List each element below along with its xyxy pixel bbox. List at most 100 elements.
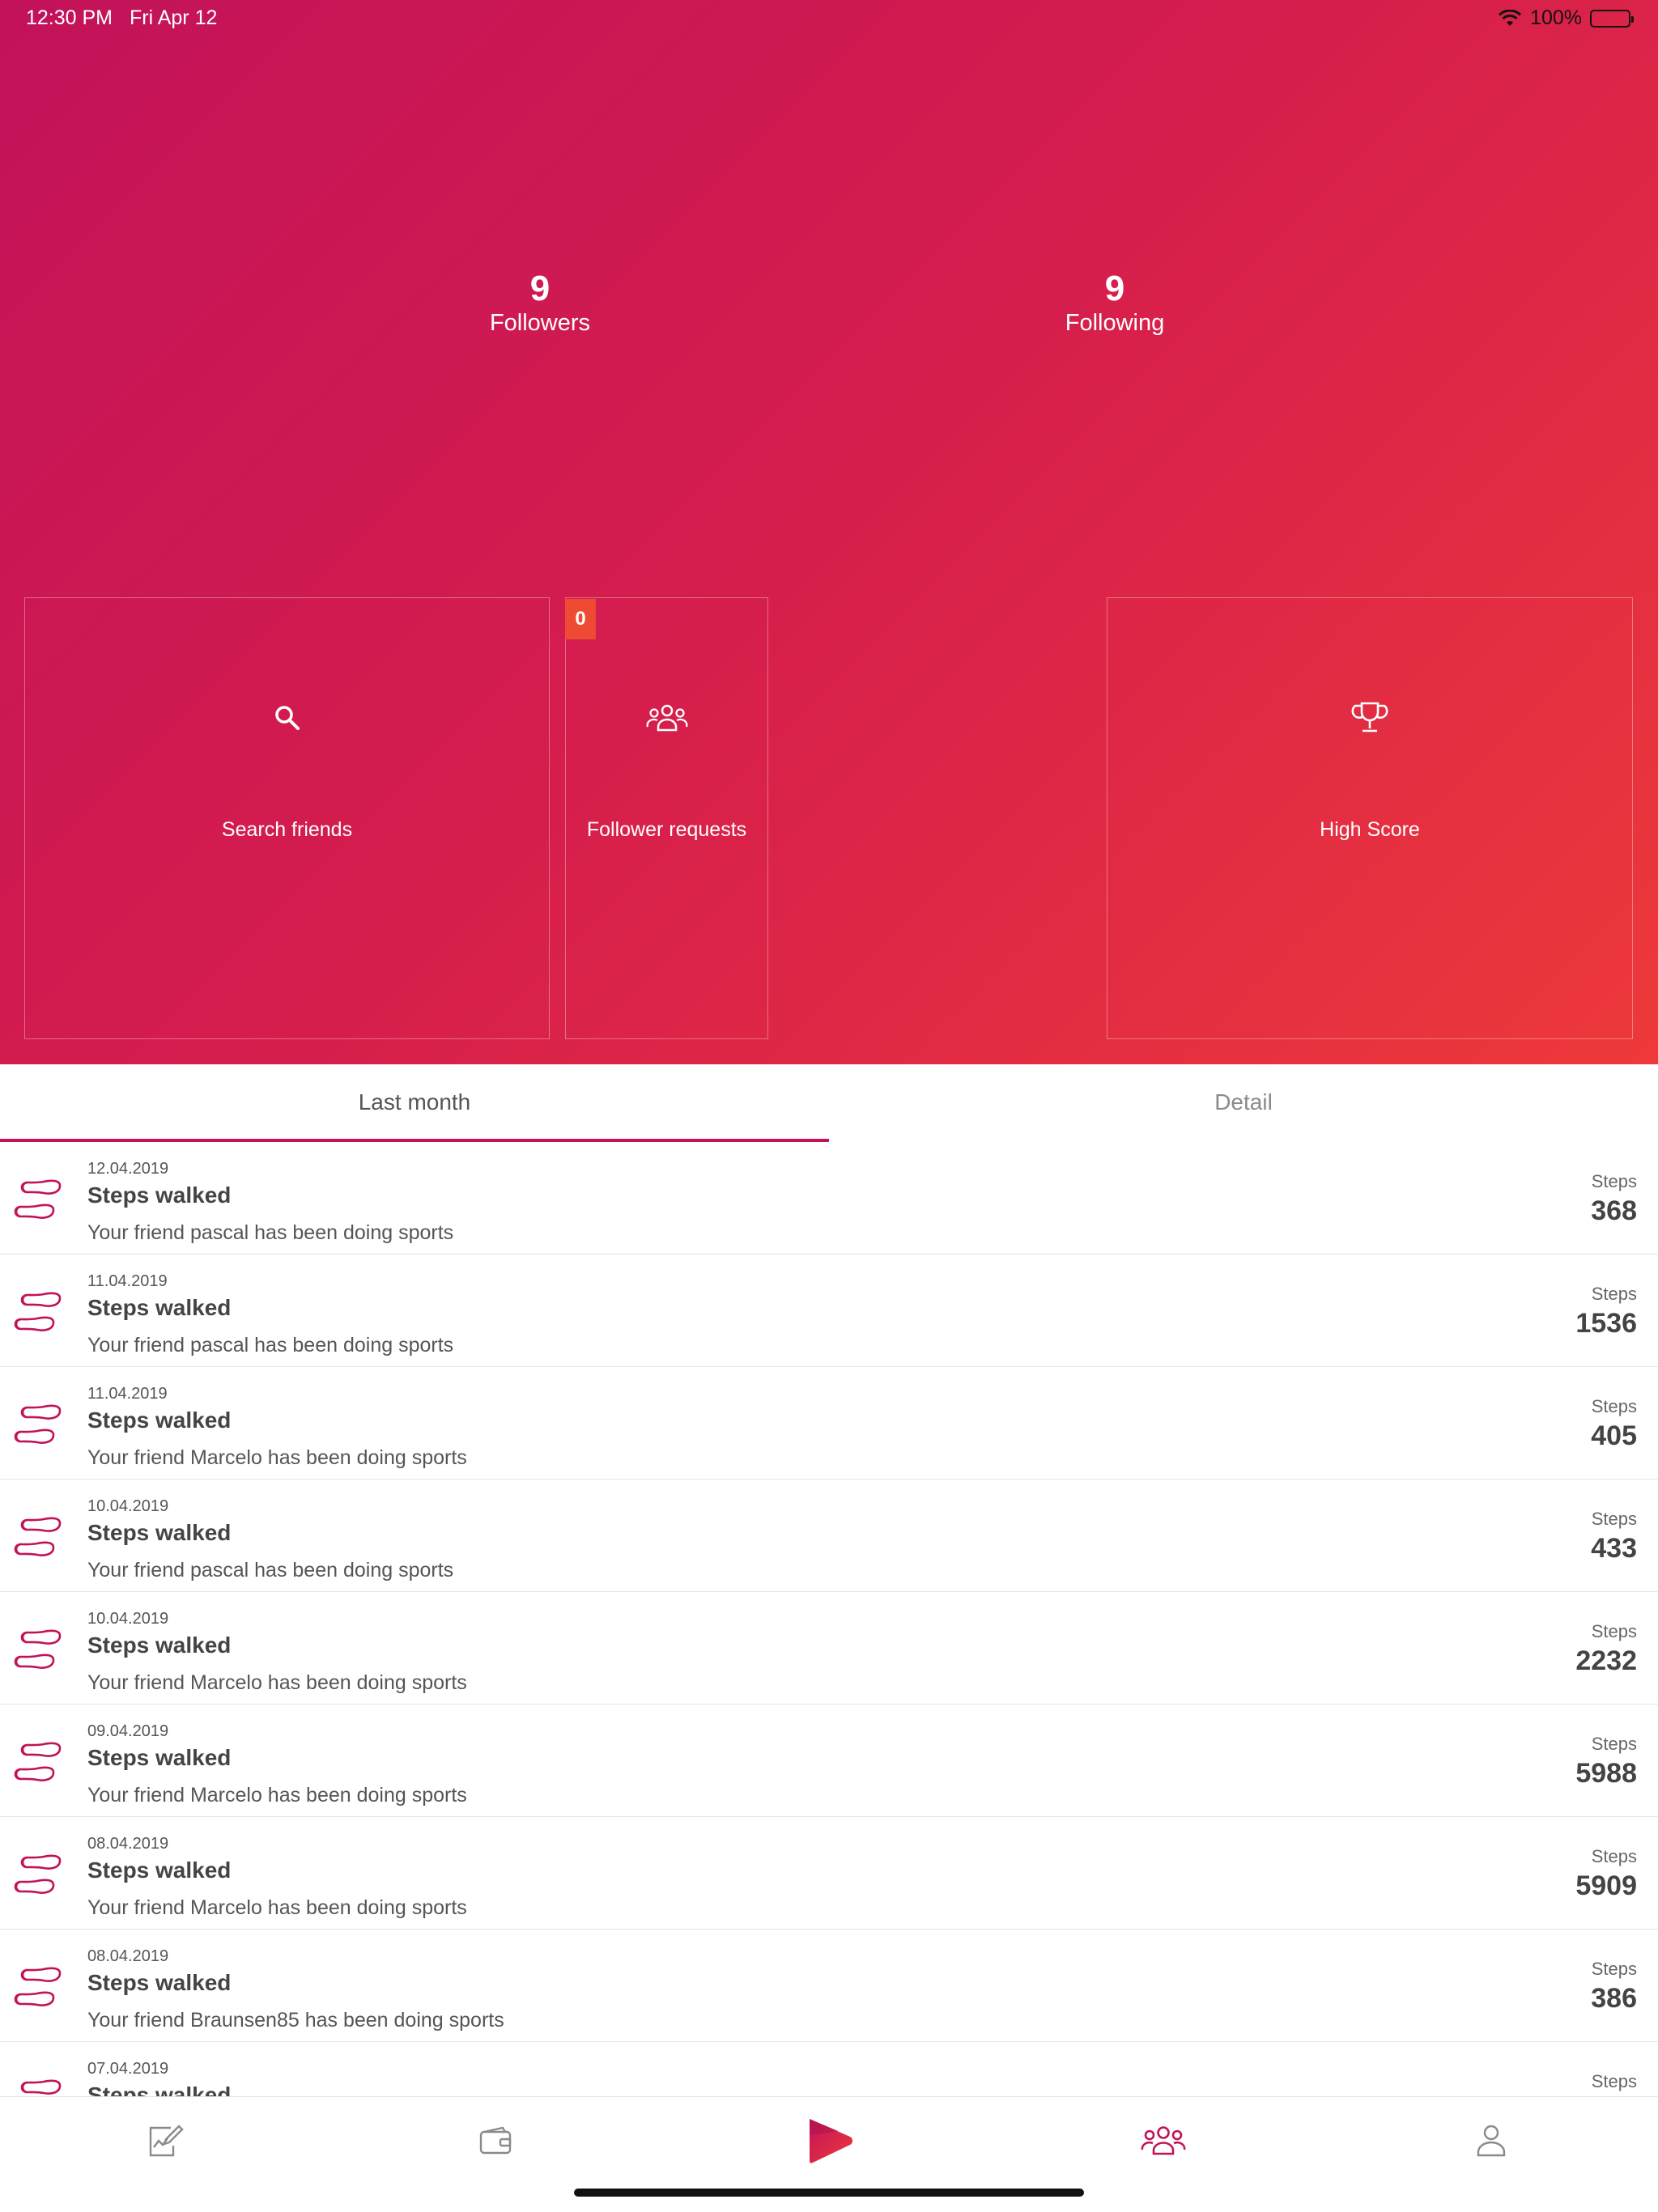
- row-date: 12.04.2019: [87, 1160, 169, 1178]
- following-stat[interactable]: 9 Following: [993, 271, 1236, 337]
- footsteps-icon: [13, 1401, 63, 1449]
- row-description: Your friend Marcelo has been doing sport…: [87, 1784, 467, 1807]
- people-icon: [646, 702, 688, 734]
- row-title: Steps walked: [87, 1182, 232, 1208]
- row-description: Your friend pascal has been doing sports: [87, 1334, 454, 1356]
- row-date: 10.04.2019: [87, 1610, 169, 1628]
- social-hero: 12:30 PM Fri Apr 12 100% 9 Followers 9 F…: [0, 0, 1658, 1064]
- row-steps-label: Steps: [1591, 1284, 1637, 1304]
- row-steps-label: Steps: [1591, 1396, 1637, 1416]
- row-title: Steps walked: [87, 1407, 232, 1433]
- row-steps-value: 5909: [1575, 1870, 1637, 1901]
- row-title: Steps walked: [87, 1295, 232, 1320]
- tabbar-profile[interactable]: [1467, 2116, 1516, 2165]
- status-right: 100%: [1498, 6, 1634, 30]
- row-date: 09.04.2019: [87, 1722, 169, 1740]
- high-score-tile[interactable]: High Score: [1107, 597, 1633, 1039]
- row-title: Steps walked: [87, 1520, 232, 1545]
- row-steps-label: Steps: [1591, 1171, 1637, 1191]
- row-date: 11.04.2019: [87, 1385, 168, 1403]
- row-steps-label: Steps: [1591, 2071, 1637, 2091]
- profile-icon: [1477, 2125, 1506, 2157]
- feed-row[interactable]: 11.04.2019 Steps walked Your friend pasc…: [0, 1255, 1658, 1367]
- tab-last-month[interactable]: Last month: [0, 1064, 829, 1140]
- home-indicator: [574, 2189, 1084, 2197]
- row-description: Your friend pascal has been doing sports: [87, 1559, 454, 1582]
- feed-row[interactable]: 11.04.2019 Steps walked Your friend Marc…: [0, 1367, 1658, 1480]
- row-description: Your friend Marcelo has been doing sport…: [87, 1671, 467, 1694]
- wallet-icon: [479, 2126, 512, 2155]
- followers-stat[interactable]: 9 Followers: [419, 271, 661, 337]
- row-title: Steps walked: [87, 1632, 232, 1658]
- segment-tabs: Last month Detail: [0, 1064, 1658, 1142]
- row-date: 10.04.2019: [87, 1497, 169, 1515]
- footsteps-icon: [13, 1176, 63, 1224]
- feed-row[interactable]: 12.04.2019 Steps walked Your friend pasc…: [0, 1142, 1658, 1255]
- row-steps-value: 433: [1591, 1533, 1637, 1564]
- footsteps-icon: [13, 1739, 63, 1786]
- row-date: 07.04.2019: [87, 2060, 169, 2078]
- footsteps-icon: [13, 1289, 63, 1336]
- search-friends-tile[interactable]: Search friends: [24, 597, 550, 1039]
- followers-label: Followers: [489, 310, 591, 336]
- battery-icon: [1590, 9, 1634, 28]
- footsteps-icon: [13, 1514, 63, 1561]
- feed-row[interactable]: 08.04.2019 Steps walked Your friend Brau…: [0, 1930, 1658, 2042]
- following-label: Following: [1065, 310, 1165, 336]
- trophy-icon: [1351, 702, 1388, 734]
- row-steps-label: Steps: [1591, 1959, 1637, 1979]
- follower-requests-label: Follower requests: [586, 818, 747, 841]
- high-score-label: High Score: [1320, 818, 1420, 841]
- tabbar-friends[interactable]: [1139, 2116, 1188, 2165]
- footsteps-icon: [13, 2076, 63, 2097]
- footsteps-icon: [13, 1851, 63, 1899]
- row-steps-label: Steps: [1591, 1621, 1637, 1641]
- feed-row[interactable]: 09.04.2019 Steps walked Your friend Marc…: [0, 1705, 1658, 1817]
- row-date: 08.04.2019: [87, 1947, 169, 1965]
- feed-row[interactable]: 10.04.2019 Steps walked Your friend pasc…: [0, 1480, 1658, 1592]
- wifi-icon: [1498, 9, 1522, 26]
- row-title: Steps walked: [87, 1970, 232, 1995]
- search-friends-label: Search friends: [221, 818, 353, 841]
- feed-row[interactable]: 08.04.2019 Steps walked Your friend Marc…: [0, 1817, 1658, 1930]
- tabbar-activity-log[interactable]: [142, 2116, 190, 2165]
- follower-requests-tile[interactable]: Follower requests: [565, 597, 768, 1039]
- row-date: 11.04.2019: [87, 1272, 168, 1290]
- activity-log-icon: [149, 2125, 184, 2157]
- row-date: 08.04.2019: [87, 1835, 169, 1853]
- row-steps-value: 368: [1591, 1195, 1637, 1226]
- feed-row[interactable]: 10.04.2019 Steps walked Your friend Marc…: [0, 1592, 1658, 1705]
- row-steps-value: 2232: [1575, 1645, 1637, 1676]
- row-steps-value: 405: [1591, 1420, 1637, 1451]
- followers-count: 9: [529, 269, 551, 308]
- footsteps-icon: [13, 1964, 63, 2011]
- row-title: Steps walked: [87, 2083, 232, 2097]
- status-date: Fri Apr 12: [130, 6, 218, 29]
- row-description: Your friend pascal has been doing sports: [87, 1221, 454, 1244]
- tab-detail[interactable]: Detail: [829, 1064, 1658, 1140]
- follower-requests-badge: 0: [565, 599, 596, 639]
- row-steps-value: 386: [1591, 1983, 1637, 2014]
- feed-row[interactable]: 07.04.2019 Steps walked Steps: [0, 2042, 1658, 2097]
- app-logo-icon: [810, 2119, 852, 2163]
- row-title: Steps walked: [87, 1745, 232, 1770]
- tabbar-home[interactable]: [804, 2116, 856, 2165]
- row-steps-value: 1536: [1575, 1308, 1637, 1339]
- row-steps-label: Steps: [1591, 1846, 1637, 1866]
- following-count: 9: [1104, 269, 1125, 308]
- row-title: Steps walked: [87, 1857, 232, 1883]
- row-steps-label: Steps: [1591, 1509, 1637, 1529]
- row-steps-label: Steps: [1591, 1734, 1637, 1754]
- row-steps-value: 5988: [1575, 1758, 1637, 1789]
- status-time: 12:30 PM: [26, 6, 113, 29]
- friends-icon: [1141, 2126, 1186, 2155]
- tabbar-wallet[interactable]: [472, 2116, 521, 2165]
- activity-feed[interactable]: 12.04.2019 Steps walked Your friend pasc…: [0, 1142, 1658, 2097]
- row-description: Your friend Marcelo has been doing sport…: [87, 1446, 467, 1469]
- row-description: Your friend Marcelo has been doing sport…: [87, 1896, 467, 1919]
- row-description: Your friend Braunsen85 has been doing sp…: [87, 2009, 504, 2032]
- battery-percent: 100%: [1530, 6, 1582, 29]
- status-bar: 12:30 PM Fri Apr 12 100%: [0, 0, 1658, 39]
- footsteps-icon: [13, 1626, 63, 1674]
- search-icon: [274, 702, 301, 734]
